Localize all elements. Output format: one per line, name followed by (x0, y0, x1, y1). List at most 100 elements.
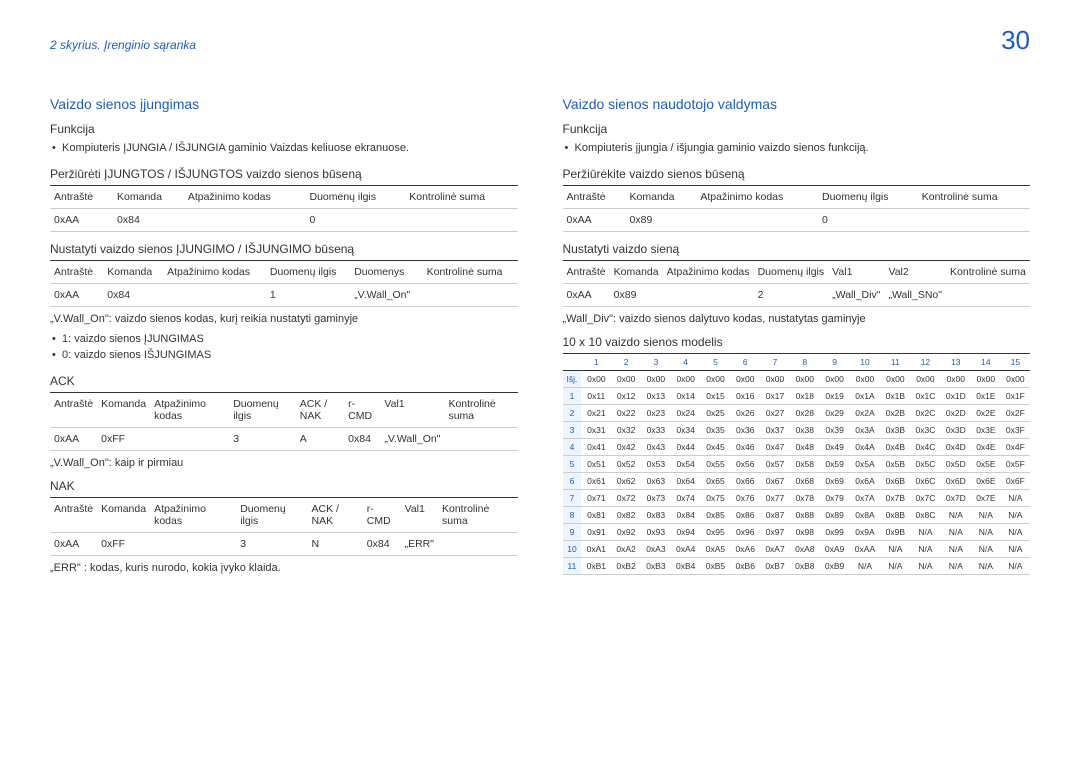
cell: Antraštė (50, 260, 103, 283)
page-number: 30 (1001, 25, 1030, 56)
cell: 3 (229, 427, 296, 450)
table-header-row: AntraštėKomandaAtpažinimo kodasDuomenų i… (50, 392, 518, 427)
cell (163, 283, 266, 306)
cell: Atpažinimo kodas (163, 260, 266, 283)
ack-table: AntraštėKomandaAtpažinimo kodasDuomenų i… (50, 392, 518, 451)
set-state-table-r: AntraštėKomandaAtpažinimo kodasDuomenų i… (563, 260, 1031, 307)
view-state-table-r: AntraštėKomandaAtpažinimo kodasDuomenų i… (563, 185, 1031, 232)
cell: 0x84 (363, 532, 401, 555)
cell: Val1 (828, 260, 884, 283)
cell: Duomenų ilgis (229, 392, 296, 427)
section-title: Vaizdo sienos įjungimas (50, 96, 518, 112)
cell: Antraštė (563, 260, 610, 283)
cell: Atpažinimo kodas (663, 260, 754, 283)
view-state-heading: Peržiūrėkite vaizdo sienos būseną (563, 167, 1031, 181)
cell: Atpažinimo kodas (150, 392, 229, 427)
cell: 0x89 (626, 208, 697, 231)
cell: Antraštė (50, 185, 113, 208)
cell: Kontrolinė suma (444, 392, 517, 427)
cell: Antraštė (50, 497, 97, 532)
cell: 0xAA (50, 427, 97, 450)
cell: Antraštė (50, 392, 97, 427)
nak-heading: NAK (50, 479, 518, 493)
list-item: 1: vaizdo sienos ĮJUNGIMAS (50, 331, 518, 348)
set-state-heading: Nustatyti vaizdo sieną (563, 242, 1031, 256)
cell: Duomenys (350, 260, 422, 283)
cell: Val1 (401, 497, 438, 532)
list-item: 0: vaizdo sienos IŠJUNGIMAS (50, 347, 518, 364)
cell: Antraštė (563, 185, 626, 208)
cell: 0xFF (97, 532, 150, 555)
table-row: 0xAA0x89 0 (563, 208, 1031, 231)
cell: 0xFF (97, 427, 150, 450)
cell: 0xAA (50, 532, 97, 555)
cell: Kontrolinė suma (438, 497, 518, 532)
cell: Duomenų ilgis (305, 185, 405, 208)
cell: „Wall_Div" (828, 283, 884, 306)
cell: Kontrolinė suma (405, 185, 517, 208)
note-text: „V.Wall_On": vaizdo sienos kodas, kurį r… (50, 313, 518, 325)
cell: Duomenų ilgis (818, 185, 918, 208)
cell: Duomenų ilgis (754, 260, 829, 283)
cell: 0x84 (344, 427, 380, 450)
cell (150, 532, 236, 555)
cell: „V.Wall_On" (380, 427, 444, 450)
cell: Atpažinimo kodas (150, 497, 236, 532)
cell (423, 283, 518, 306)
cell (405, 208, 517, 231)
function-bullet: Kompiuteris ĮJUNGIA / IŠJUNGIA gaminio V… (50, 140, 518, 157)
cell: N (308, 532, 363, 555)
cell: Komanda (103, 260, 163, 283)
function-bullet: Kompiuteris įjungia / išjungia gaminio v… (563, 140, 1031, 157)
table-header-row: AntraštėKomandaAtpažinimo kodasDuomenų i… (563, 185, 1031, 208)
cell: 0xAA (50, 208, 113, 231)
cell: Val2 (884, 260, 946, 283)
table-row: 0xAA0x84 1„V.Wall_On" (50, 283, 518, 306)
cell: Atpažinimo kodas (696, 185, 818, 208)
cell: 0xAA (563, 208, 626, 231)
cell: Duomenų ilgis (266, 260, 350, 283)
wall-model-matrix: 123456789101112131415Išj.0x000x000x000x0… (563, 353, 1031, 575)
cell (918, 208, 1030, 231)
cell: Val1 (380, 392, 444, 427)
set-state-heading: Nustatyti vaizdo sienos ĮJUNGIMO / IŠJUN… (50, 242, 518, 256)
cell: „V.Wall_On" (350, 283, 422, 306)
cell: 0xAA (50, 283, 103, 306)
cell: „ERR" (401, 532, 438, 555)
cell (184, 208, 306, 231)
cell (946, 283, 1030, 306)
cell: Komanda (113, 185, 184, 208)
function-heading: Funkcija (563, 122, 1031, 136)
cell: Kontrolinė suma (946, 260, 1030, 283)
table-row: 0xAA0xFF3A0x84„V.Wall_On" (50, 427, 518, 450)
cell: Komanda (97, 392, 150, 427)
cell: 0x84 (103, 283, 163, 306)
set-state-table: AntraštėKomandaAtpažinimo kodasDuomenų i… (50, 260, 518, 307)
cell: Atpažinimo kodas (184, 185, 306, 208)
document-page: 2 skyrius. Įrenginio sąranka 30 Vaizdo s… (0, 0, 1080, 605)
chapter-label: 2 skyrius. Įrenginio sąranka (50, 38, 196, 52)
cell: 0 (305, 208, 405, 231)
cell: Komanda (610, 260, 663, 283)
cell: 1 (266, 283, 350, 306)
matrix-heading: 10 x 10 vaizdo sienos modelis (563, 335, 1031, 349)
note-text: „V.Wall_On": kaip ir pirmiau (50, 457, 518, 469)
cell: Komanda (626, 185, 697, 208)
view-state-heading: Peržiūrėti ĮJUNGTOS / IŠJUNGTOS vaizdo s… (50, 167, 518, 181)
cell (663, 283, 754, 306)
cell: 0 (818, 208, 918, 231)
cell: 0xAA (563, 283, 610, 306)
cell: r-CMD (344, 392, 380, 427)
cell: Duomenų ilgis (236, 497, 307, 532)
cell: Kontrolinė suma (918, 185, 1030, 208)
ack-heading: ACK (50, 374, 518, 388)
cell: 2 (754, 283, 829, 306)
left-column: Vaizdo sienos įjungimas Funkcija Kompiut… (50, 96, 518, 580)
cell (150, 427, 229, 450)
right-column: Vaizdo sienos naudotojo valdymas Funkcij… (563, 96, 1031, 580)
cell: Kontrolinė suma (423, 260, 518, 283)
table-row: 0xAA0xFF3N0x84„ERR" (50, 532, 518, 555)
table-header-row: AntraštėKomandaAtpažinimo kodasDuomenų i… (50, 497, 518, 532)
cell: ACK / NAK (296, 392, 344, 427)
cell: „Wall_SNo" (884, 283, 946, 306)
